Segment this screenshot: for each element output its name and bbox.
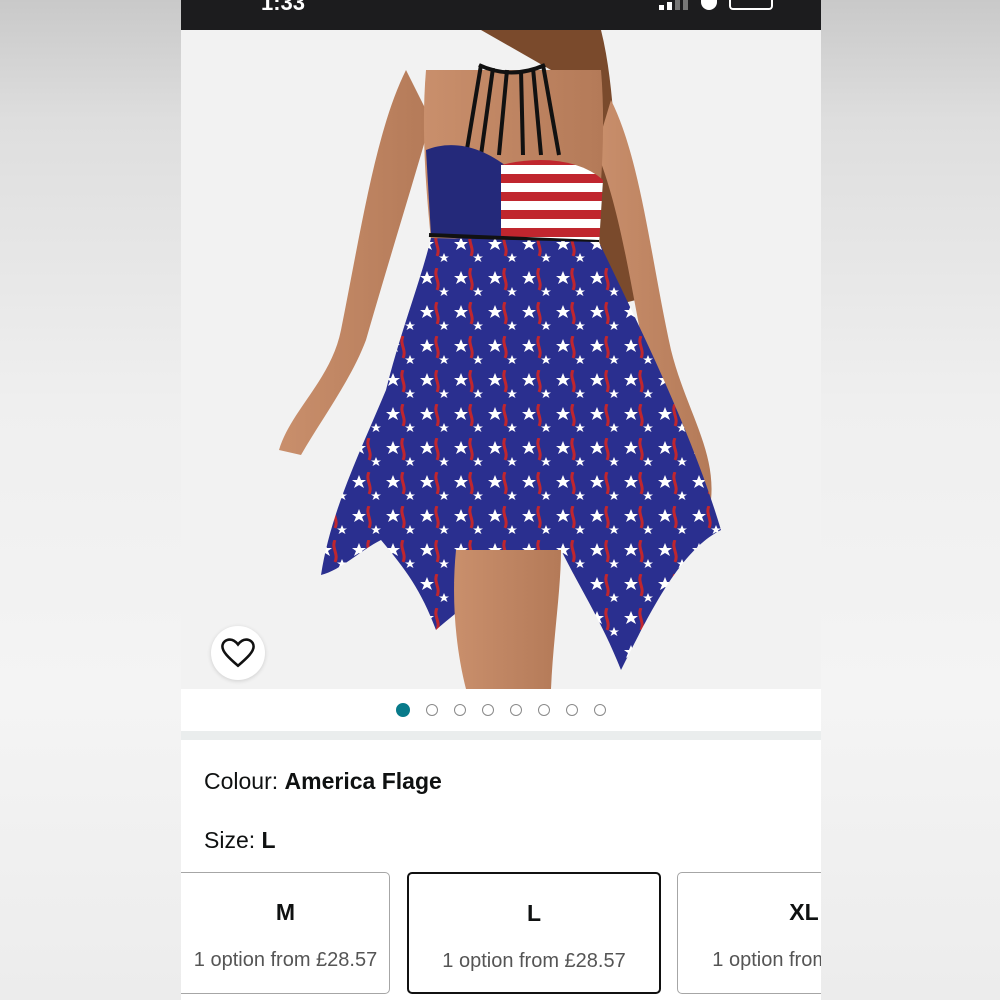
size-option-price: 1 option from £28.57 <box>193 949 378 971</box>
size-label: Size: <box>204 827 256 853</box>
carousel-dot[interactable] <box>454 704 466 716</box>
carousel-dot[interactable] <box>510 704 522 716</box>
status-bar: 1:33 <box>181 0 821 30</box>
carousel-dot[interactable] <box>426 704 438 716</box>
colour-label: Colour: <box>204 768 279 794</box>
carousel-dot[interactable] <box>482 704 494 716</box>
colour-selection: Colour: America Flage <box>204 768 442 795</box>
right-background-blur <box>821 0 1000 1000</box>
size-option-price: 1 option from £28.57 <box>442 950 626 972</box>
size-option-l[interactable]: L 1 option from £28.57 <box>407 872 661 994</box>
size-selection: Size: L <box>204 827 276 854</box>
status-time: 1:33 <box>261 0 306 15</box>
size-option-m[interactable]: M 1 option from £28.57 <box>181 872 390 994</box>
status-icons <box>659 0 773 10</box>
phone-screen: 1:33 Colour: America Flage Size: L M 1 o… <box>181 0 821 1000</box>
dress-illustration <box>279 30 721 689</box>
carousel-dot[interactable] <box>538 704 550 716</box>
image-carousel-dots <box>181 689 821 731</box>
section-divider <box>181 731 821 740</box>
size-option-price: 1 option from £28.57 <box>712 949 821 971</box>
carousel-dot[interactable] <box>594 704 606 716</box>
colour-value: America Flage <box>284 768 442 794</box>
left-background-blur <box>0 0 181 1000</box>
carousel-dot[interactable] <box>566 704 578 716</box>
wishlist-button[interactable] <box>211 626 265 680</box>
size-option-label: XL <box>789 899 819 925</box>
wifi-icon <box>701 0 717 10</box>
signal-icon <box>659 0 689 10</box>
size-value: L <box>261 827 276 853</box>
size-option-xl[interactable]: XL 1 option from £28.57 <box>677 872 821 994</box>
heart-icon <box>221 638 255 668</box>
size-option-label: L <box>526 900 542 926</box>
product-image[interactable] <box>181 30 821 689</box>
size-option-label: M <box>275 899 296 925</box>
battery-icon <box>729 0 773 10</box>
carousel-dot[interactable] <box>396 703 410 717</box>
